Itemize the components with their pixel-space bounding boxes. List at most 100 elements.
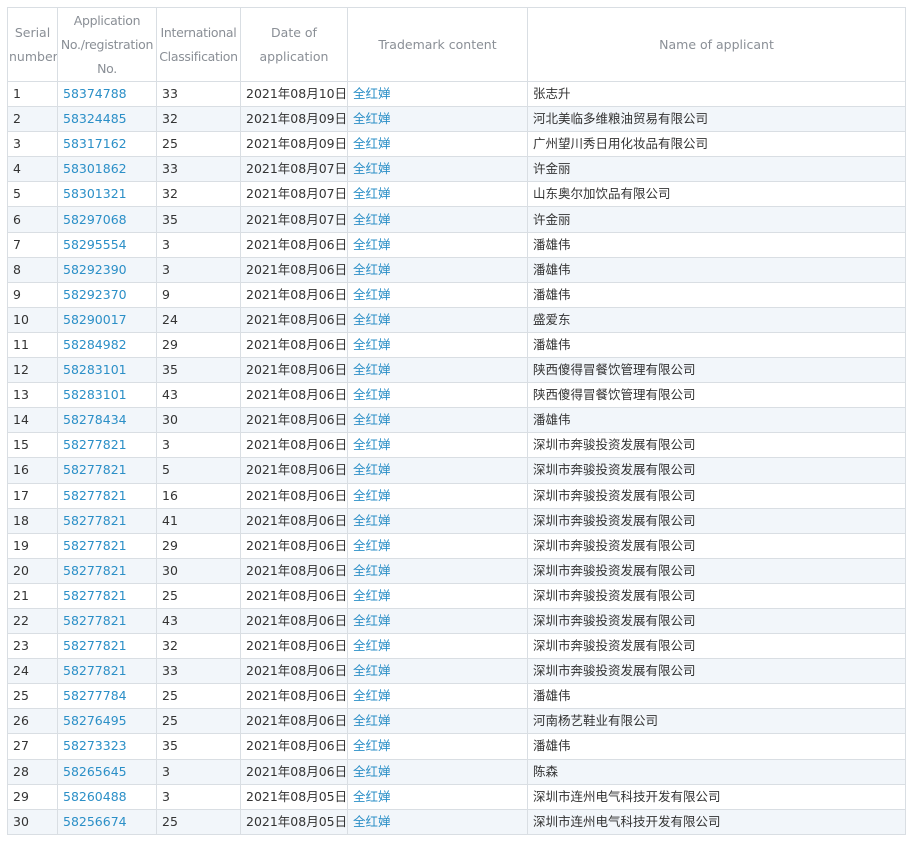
cell-application-number-link[interactable]: 58284982 [57,331,157,359]
cell-trademark-content-link[interactable]: 全红婵 [347,382,528,409]
cell-trademark-content-link[interactable]: 全红婵 [347,306,528,333]
cell-name-of-applicant: 深圳市奔骏投资发展有限公司 [527,607,906,635]
cell-trademark-content-link[interactable]: 全红婵 [347,256,528,283]
cell-serial-number: 15 [7,432,58,459]
table-row: 16 58277821 5 2021年08月06日 全红婵 深圳市奔骏投资发展有限公司 [7,457,906,484]
cell-application-number-link[interactable]: 58265645 [57,758,157,785]
cell-trademark-content-link[interactable]: 全红婵 [347,106,528,133]
cell-application-number-link[interactable]: 58297068 [57,206,157,233]
cell-application-number-link[interactable]: 58324485 [57,106,157,133]
cell-trademark-content-link[interactable]: 全红婵 [347,357,528,384]
cell-application-number-link[interactable]: 58278434 [57,407,157,434]
cell-name-of-applicant: 深圳市奔骏投资发展有限公司 [527,482,906,509]
cell-trademark-content-link[interactable]: 全红婵 [347,156,528,183]
cell-trademark-content-link[interactable]: 全红婵 [347,457,528,484]
cell-date-of-application: 2021年08月06日 [240,733,348,760]
cell-date-of-application: 2021年08月06日 [240,708,348,735]
cell-trademark-content-link[interactable]: 全红婵 [347,432,528,459]
cell-application-number-link[interactable]: 58277821 [57,432,157,459]
cell-international-classification: 35 [156,357,241,384]
cell-trademark-content-link[interactable]: 全红婵 [347,633,528,660]
cell-international-classification: 16 [156,482,241,509]
cell-serial-number: 8 [7,256,58,283]
cell-application-number-link[interactable]: 58277821 [57,457,157,484]
cell-application-number-link[interactable]: 58301862 [57,156,157,183]
cell-name-of-applicant: 潘雄伟 [527,733,906,760]
cell-name-of-applicant: 潘雄伟 [527,281,906,308]
cell-date-of-application: 2021年08月06日 [240,482,348,509]
cell-serial-number: 19 [7,532,58,559]
cell-application-number-link[interactable]: 58256674 [57,808,157,835]
cell-trademark-content-link[interactable]: 全红婵 [347,557,528,584]
cell-name-of-applicant: 陕西傻得冒餐饮管理有限公司 [527,382,906,409]
cell-trademark-content-link[interactable]: 全红婵 [347,231,528,258]
cell-name-of-applicant: 深圳市奔骏投资发展有限公司 [527,582,906,609]
cell-date-of-application: 2021年08月05日 [240,808,348,835]
cell-trademark-content-link[interactable]: 全红婵 [347,507,528,534]
cell-trademark-content-link[interactable]: 全红婵 [347,607,528,635]
cell-trademark-content-link[interactable]: 全红婵 [347,783,528,810]
cell-international-classification: 3 [156,256,241,283]
cell-application-number-link[interactable]: 58317162 [57,131,157,158]
cell-application-number-link[interactable]: 58295554 [57,231,157,258]
cell-application-number-link[interactable]: 58260488 [57,783,157,810]
cell-application-number-link[interactable]: 58283101 [57,382,157,409]
cell-trademark-content-link[interactable]: 全红婵 [347,181,528,208]
cell-trademark-content-link[interactable]: 全红婵 [347,206,528,233]
cell-international-classification: 30 [156,407,241,434]
cell-trademark-content-link[interactable]: 全红婵 [347,80,528,108]
cell-application-number-link[interactable]: 58277784 [57,683,157,710]
table-row: 19 58277821 29 2021年08月06日 全红婵 深圳市奔骏投资发展有限公司 [7,532,906,559]
table-row: 21 58277821 25 2021年08月06日 全红婵 深圳市奔骏投资发展有限公司 [7,582,906,609]
cell-international-classification: 25 [156,708,241,735]
cell-trademark-content-link[interactable]: 全红婵 [347,532,528,559]
cell-application-number-link[interactable]: 58283101 [57,357,157,384]
table-row: 10 58290017 24 2021年08月06日 全红婵 盛爱东 [7,306,906,333]
table-row: 23 58277821 32 2021年08月06日 全红婵 深圳市奔骏投资发展有限公司 [7,633,906,660]
cell-trademark-content-link[interactable]: 全红婵 [347,758,528,785]
cell-name-of-applicant: 潘雄伟 [527,331,906,359]
cell-trademark-content-link[interactable]: 全红婵 [347,582,528,609]
cell-application-number-link[interactable]: 58277821 [57,607,157,635]
cell-name-of-applicant: 深圳市奔骏投资发展有限公司 [527,658,906,685]
cell-application-number-link[interactable]: 58277821 [57,482,157,509]
cell-international-classification: 25 [156,582,241,609]
cell-international-classification: 29 [156,532,241,559]
cell-application-number-link[interactable]: 58277821 [57,532,157,559]
cell-application-number-link[interactable]: 58374788 [57,80,157,108]
cell-trademark-content-link[interactable]: 全红婵 [347,808,528,835]
cell-trademark-content-link[interactable]: 全红婵 [347,131,528,158]
cell-trademark-content-link[interactable]: 全红婵 [347,281,528,308]
table-row: 17 58277821 16 2021年08月06日 全红婵 深圳市奔骏投资发展有限公司 [7,482,906,509]
cell-trademark-content-link[interactable]: 全红婵 [347,683,528,710]
cell-application-number-link[interactable]: 58301321 [57,181,157,208]
cell-trademark-content-link[interactable]: 全红婵 [347,733,528,760]
cell-trademark-content-link[interactable]: 全红婵 [347,658,528,685]
cell-name-of-applicant: 潘雄伟 [527,256,906,283]
cell-application-number-link[interactable]: 58277821 [57,633,157,660]
cell-application-number-link[interactable]: 58292370 [57,281,157,308]
cell-trademark-content-link[interactable]: 全红婵 [347,407,528,434]
cell-trademark-content-link[interactable]: 全红婵 [347,482,528,509]
cell-date-of-application: 2021年08月06日 [240,658,348,685]
cell-application-number-link[interactable]: 58276495 [57,708,157,735]
cell-international-classification: 35 [156,733,241,760]
cell-name-of-applicant: 深圳市奔骏投资发展有限公司 [527,557,906,584]
table-row: 14 58278434 30 2021年08月06日 全红婵 潘雄伟 [7,407,906,434]
cell-application-number-link[interactable]: 58277821 [57,582,157,609]
cell-name-of-applicant: 河南杨艺鞋业有限公司 [527,708,906,735]
cell-application-number-link[interactable]: 58273323 [57,733,157,760]
cell-serial-number: 10 [7,306,58,333]
header-serial-number: Serial number [7,7,58,82]
cell-application-number-link[interactable]: 58277821 [57,658,157,685]
cell-application-number-link[interactable]: 58292390 [57,256,157,283]
cell-international-classification: 3 [156,758,241,785]
cell-trademark-content-link[interactable]: 全红婵 [347,331,528,359]
cell-date-of-application: 2021年08月06日 [240,231,348,258]
cell-international-classification: 25 [156,683,241,710]
table-row: 26 58276495 25 2021年08月06日 全红婵 河南杨艺鞋业有限公司 [7,708,906,735]
cell-trademark-content-link[interactable]: 全红婵 [347,708,528,735]
cell-application-number-link[interactable]: 58290017 [57,306,157,333]
cell-application-number-link[interactable]: 58277821 [57,557,157,584]
cell-application-number-link[interactable]: 58277821 [57,507,157,534]
